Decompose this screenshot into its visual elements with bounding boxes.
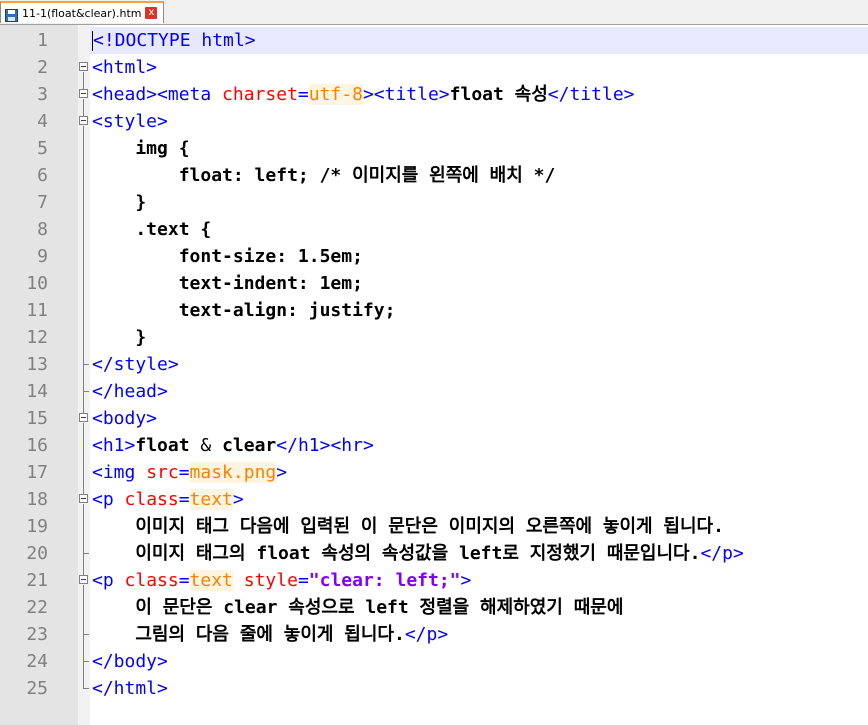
code-editor[interactable]: 1 <!DOCTYPE html> 2 <html> 3 <head><meta… bbox=[0, 25, 868, 725]
code-line[interactable]: 17 <img src=mask.png> bbox=[0, 459, 868, 486]
line-number: 2 bbox=[37, 57, 48, 78]
code-line[interactable]: 4 <style> bbox=[0, 108, 868, 135]
code-line[interactable]: 21 <p class=text style="clear: left;"> bbox=[0, 567, 868, 594]
line-text: 이미지 태그의 float 속성의 속성값을 left로 지정했기 때문입니다.… bbox=[92, 543, 744, 564]
line-text: </body> bbox=[92, 651, 168, 672]
code-line[interactable]: 12 } bbox=[0, 324, 868, 351]
code-line[interactable]: 3 <head><meta charset=utf-8><title>float… bbox=[0, 81, 868, 108]
line-number: 7 bbox=[37, 192, 48, 213]
tab-filename: 11-1(float&clear).htm bbox=[22, 6, 142, 20]
line-text: font-size: 1.5em; bbox=[92, 246, 363, 267]
line-number: 12 bbox=[26, 327, 48, 348]
code-line[interactable]: 1 <!DOCTYPE html> bbox=[0, 27, 868, 54]
line-number: 22 bbox=[26, 597, 48, 618]
fold-toggle[interactable] bbox=[78, 567, 90, 594]
line-text: img { bbox=[92, 138, 190, 159]
line-number: 13 bbox=[26, 354, 48, 375]
code-line[interactable]: 15 <body> bbox=[0, 405, 868, 432]
line-number: 8 bbox=[37, 219, 48, 240]
fold-toggle[interactable] bbox=[78, 54, 90, 81]
line-number: 11 bbox=[26, 300, 48, 321]
line-number: 19 bbox=[26, 516, 48, 537]
code-line[interactable]: 25 </html> bbox=[0, 675, 868, 702]
line-number: 10 bbox=[26, 273, 48, 294]
line-number: 23 bbox=[26, 624, 48, 645]
fold-toggle[interactable] bbox=[78, 405, 90, 432]
line-text: </style> bbox=[92, 354, 179, 375]
line-text: float: left; /* 이미지를 왼쪽에 배치 */ bbox=[92, 165, 556, 186]
collapse-icon bbox=[79, 575, 88, 584]
collapse-icon bbox=[79, 116, 88, 125]
code-line[interactable]: 7 } bbox=[0, 189, 868, 216]
close-icon[interactable]: x bbox=[145, 7, 158, 19]
code-line[interactable]: 20 이미지 태그의 float 속성의 속성값을 left로 지정했기 때문입… bbox=[0, 540, 868, 567]
collapse-icon bbox=[79, 494, 88, 503]
code-line[interactable]: 23 그림의 다음 줄에 놓이게 됩니다.</p> bbox=[0, 621, 868, 648]
line-number: 20 bbox=[26, 543, 48, 564]
line-text: 이 문단은 clear 속성으로 left 정렬을 해제하였기 때문에 bbox=[92, 597, 624, 618]
code-line[interactable]: 18 <p class=text> bbox=[0, 486, 868, 513]
line-text: 그림의 다음 줄에 놓이게 됩니다.</p> bbox=[92, 624, 449, 645]
line-number: 25 bbox=[26, 678, 48, 699]
line-text: <!DOCTYPE html> bbox=[92, 30, 256, 51]
line-number: 5 bbox=[37, 138, 48, 159]
line-number: 9 bbox=[37, 246, 48, 267]
collapse-icon bbox=[79, 89, 88, 98]
line-text: <body> bbox=[92, 408, 158, 429]
line-number: 21 bbox=[26, 570, 48, 591]
collapse-icon bbox=[79, 62, 88, 71]
code-line[interactable]: 2 <html> bbox=[0, 54, 868, 81]
code-line[interactable]: 6 float: left; /* 이미지를 왼쪽에 배치 */ bbox=[0, 162, 868, 189]
code-line[interactable]: 22 이 문단은 clear 속성으로 left 정렬을 해제하였기 때문에 bbox=[0, 594, 868, 621]
line-number: 1 bbox=[37, 30, 48, 51]
line-text: 이미지 태그 다음에 입력된 이 문단은 이미지의 오른쪽에 놓이게 됩니다. bbox=[92, 516, 724, 537]
code-line[interactable]: 14 </head> bbox=[0, 378, 868, 405]
line-number: 4 bbox=[37, 111, 48, 132]
code-line[interactable]: 9 font-size: 1.5em; bbox=[0, 243, 868, 270]
line-text: <img src=mask.png> bbox=[92, 462, 288, 483]
line-number: 3 bbox=[37, 84, 48, 105]
tab-bar: 11-1(float&clear).htm x bbox=[0, 0, 868, 25]
line-number: 17 bbox=[26, 462, 48, 483]
line-text: </head> bbox=[92, 381, 168, 402]
file-tab[interactable]: 11-1(float&clear).htm x bbox=[0, 1, 165, 23]
line-text: <p class=text> bbox=[92, 489, 244, 510]
code-line[interactable]: 10 text-indent: 1em; bbox=[0, 270, 868, 297]
line-text: <p class=text style="clear: left;"> bbox=[92, 570, 472, 591]
line-text: <html> bbox=[92, 57, 158, 78]
line-text: text-indent: 1em; bbox=[92, 273, 363, 294]
line-text: <head><meta charset=utf-8><title>float 속… bbox=[92, 84, 635, 105]
line-text: <style> bbox=[92, 111, 168, 132]
code-line[interactable]: 5 img { bbox=[0, 135, 868, 162]
line-number: 14 bbox=[26, 381, 48, 402]
code-line[interactable]: 13 </style> bbox=[0, 351, 868, 378]
line-text: } bbox=[92, 327, 147, 348]
line-text: <h1>float & clear</h1><hr> bbox=[92, 435, 374, 456]
line-number: 15 bbox=[26, 408, 48, 429]
code-line[interactable]: 19 이미지 태그 다음에 입력된 이 문단은 이미지의 오른쪽에 놓이게 됩니… bbox=[0, 513, 868, 540]
line-text: text-align: justify; bbox=[92, 300, 396, 321]
collapse-icon bbox=[79, 413, 88, 422]
code-line[interactable]: 16 <h1>float & clear</h1><hr> bbox=[0, 432, 868, 459]
line-number: 16 bbox=[26, 435, 48, 456]
floppy-disk-icon bbox=[5, 7, 18, 22]
fold-toggle[interactable] bbox=[78, 108, 90, 135]
line-text: .text { bbox=[92, 219, 212, 240]
code-line[interactable]: 8 .text { bbox=[0, 216, 868, 243]
code-line[interactable]: 24 </body> bbox=[0, 648, 868, 675]
line-number: 6 bbox=[37, 165, 48, 186]
line-number: 24 bbox=[26, 651, 48, 672]
code-line[interactable]: 11 text-align: justify; bbox=[0, 297, 868, 324]
fold-toggle[interactable] bbox=[78, 81, 90, 108]
line-number: 18 bbox=[26, 489, 48, 510]
fold-toggle[interactable] bbox=[78, 486, 90, 513]
line-text: } bbox=[92, 192, 147, 213]
line-text: </html> bbox=[92, 678, 168, 699]
